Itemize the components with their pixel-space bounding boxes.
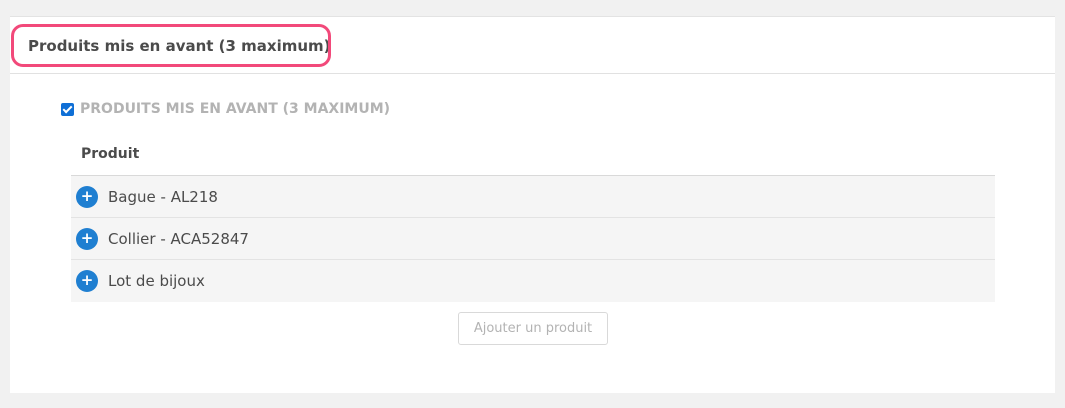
- column-header-produit: Produit: [81, 146, 140, 162]
- products-table: Produit + Bague - AL218 + Collier - ACA5…: [71, 134, 995, 302]
- featured-checkbox-label: PRODUITS MIS EN AVANT (3 MAXIMUM): [80, 101, 391, 117]
- product-label: Bague - AL218: [108, 187, 218, 206]
- plus-icon[interactable]: +: [76, 270, 98, 292]
- table-header: Produit: [71, 134, 995, 176]
- featured-checkbox[interactable]: [61, 102, 74, 116]
- featured-products-panel: Produits mis en avant (3 maximum) PRODUI…: [10, 16, 1055, 393]
- table-row[interactable]: + Collier - ACA52847: [71, 218, 995, 260]
- product-label: Collier - ACA52847: [108, 229, 249, 248]
- add-product-button[interactable]: Ajouter un produit: [458, 312, 608, 345]
- product-label: Lot de bijoux: [108, 272, 205, 290]
- plus-icon[interactable]: +: [76, 227, 98, 250]
- featured-checkbox-row[interactable]: PRODUITS MIS EN AVANT (3 MAXIMUM): [61, 99, 390, 119]
- panel-header: Produits mis en avant (3 maximum): [10, 17, 1055, 74]
- highlight-annotation: [11, 24, 331, 67]
- table-row[interactable]: + Lot de bijoux: [71, 260, 995, 302]
- table-row[interactable]: + Bague - AL218: [71, 176, 995, 218]
- plus-icon[interactable]: +: [76, 185, 98, 208]
